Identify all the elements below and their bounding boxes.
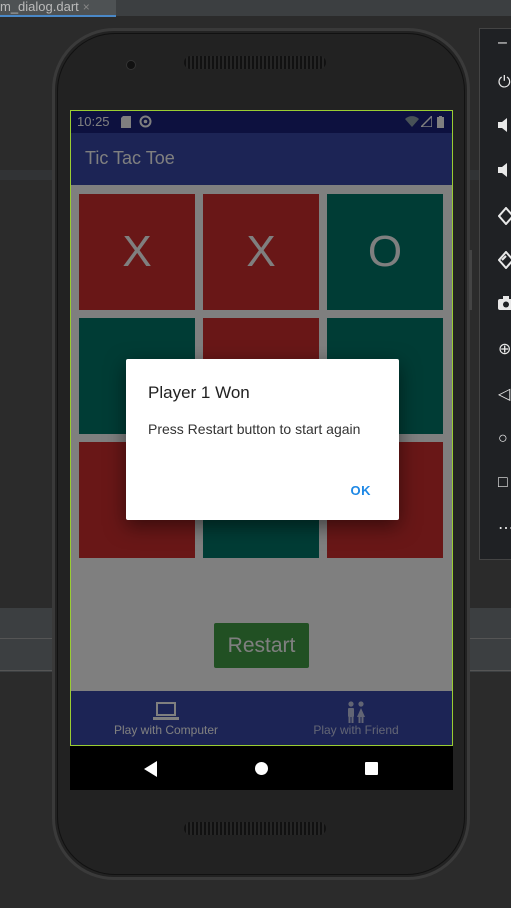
emulator-toolbar: – ⏻ ⊕ ◁ ○ □ ⋯ <box>479 28 511 560</box>
volume-key <box>469 250 472 310</box>
more-icon[interactable]: ⋯ <box>498 519 511 539</box>
back-icon[interactable] <box>144 761 157 777</box>
close-icon[interactable]: × <box>83 0 90 14</box>
overview-icon[interactable] <box>365 762 378 775</box>
system-navigation-bar <box>70 746 453 790</box>
zoom-icon[interactable]: ⊕ <box>498 340 511 360</box>
back-icon[interactable]: ◁ <box>498 385 511 405</box>
ide-tab-underline <box>0 15 116 17</box>
volume-up-icon[interactable] <box>498 117 511 137</box>
volume-down-icon[interactable] <box>498 162 511 182</box>
minimize-icon[interactable]: – <box>498 33 511 53</box>
camera-icon[interactable] <box>498 296 511 316</box>
ide-file-tab-label: m_dialog.dart <box>0 0 79 14</box>
rotate-right-icon[interactable] <box>497 250 511 271</box>
ok-button[interactable]: OK <box>351 483 372 498</box>
device-screen: 10:25 Tic Tac Toe X X O <box>70 110 453 790</box>
power-icon[interactable]: ⏻ <box>498 73 511 93</box>
alert-dialog: Player 1 Won Press Restart button to sta… <box>126 359 399 520</box>
home-icon[interactable] <box>255 762 268 775</box>
home-icon[interactable]: ○ <box>498 429 511 449</box>
overview-icon[interactable]: □ <box>498 473 511 493</box>
dialog-title: Player 1 Won <box>148 383 250 402</box>
earpiece-speaker <box>184 56 326 69</box>
front-camera <box>126 60 136 70</box>
rotate-left-icon[interactable] <box>497 206 511 227</box>
ide-file-tab[interactable]: m_dialog.dart × <box>0 0 116 16</box>
bottom-speaker <box>184 822 326 835</box>
app-window: 10:25 Tic Tac Toe X X O <box>70 110 453 746</box>
dialog-message: Press Restart button to start again <box>148 421 361 437</box>
